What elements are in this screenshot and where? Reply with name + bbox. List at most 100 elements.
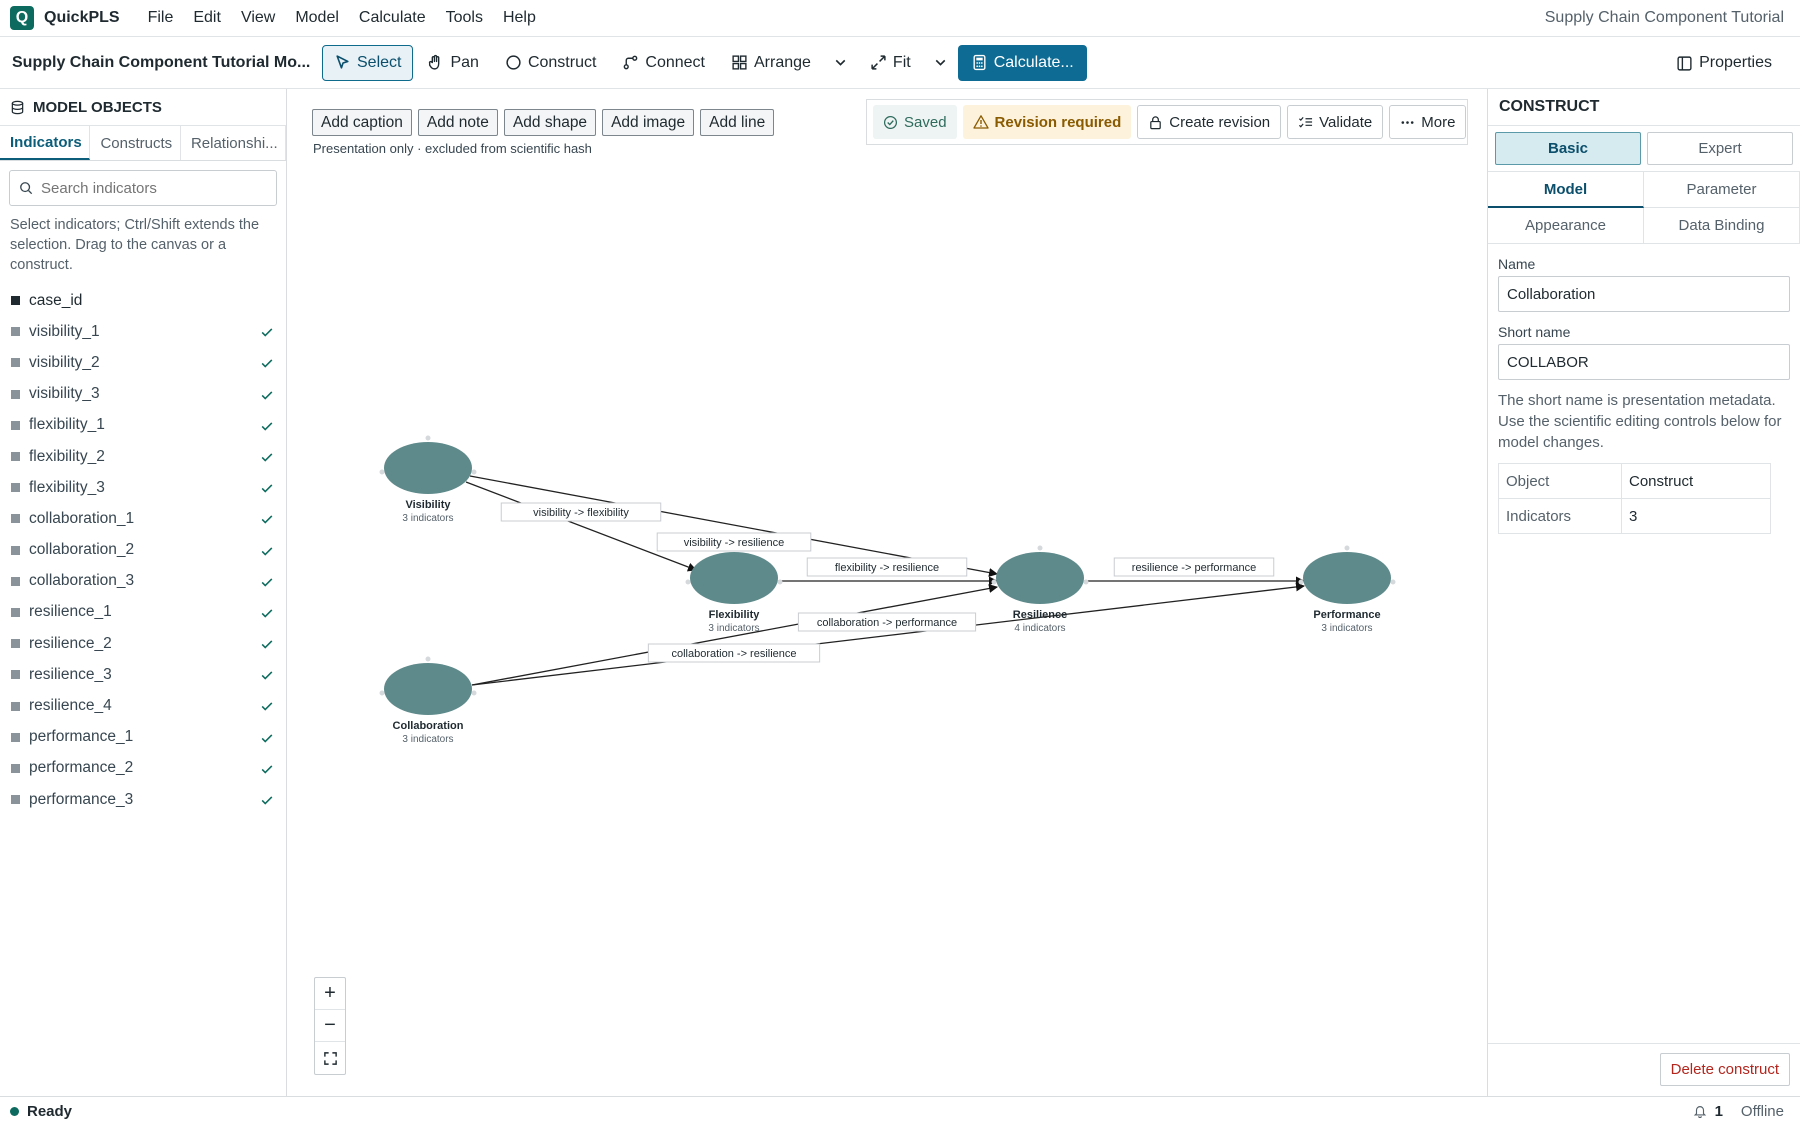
indicator-item[interactable]: visibility_2 xyxy=(0,347,286,378)
connection-handle[interactable] xyxy=(1037,545,1043,551)
notification-count: 1 xyxy=(1714,1102,1723,1120)
construct-ellipse[interactable] xyxy=(1303,552,1391,604)
indicator-item[interactable]: performance_2 xyxy=(0,753,286,784)
path-label[interactable]: collaboration -> resilience xyxy=(647,643,821,663)
construct-ellipse[interactable] xyxy=(996,552,1084,604)
connection-handle[interactable] xyxy=(379,469,385,475)
construct-node-resilience[interactable]: Resilience 4 indicators xyxy=(991,545,1089,635)
add-image-button[interactable]: Add image xyxy=(602,109,695,136)
model-canvas[interactable]: Visibility 3 indicators Flexibility 3 indic… xyxy=(290,89,1485,1096)
properties-button[interactable]: Properties xyxy=(1664,45,1784,81)
menu-view[interactable]: View xyxy=(231,9,285,27)
arrange-button[interactable]: Arrange xyxy=(719,45,823,81)
indicator-item[interactable]: performance_3 xyxy=(0,784,286,815)
add-caption-button[interactable]: Add caption xyxy=(312,109,412,136)
indicator-item[interactable]: collaboration_3 xyxy=(0,566,286,597)
connect-tool-button[interactable]: Connect xyxy=(610,45,717,81)
connection-handle[interactable] xyxy=(379,690,385,696)
indicator-item[interactable]: performance_1 xyxy=(0,722,286,753)
zoom-out-button[interactable]: − xyxy=(315,1010,345,1042)
construct-node-performance[interactable]: Performance 3 indicators xyxy=(1298,545,1396,635)
zoom-in-button[interactable]: + xyxy=(315,978,345,1010)
indicator-item[interactable]: flexibility_1 xyxy=(0,410,286,441)
construct-indicator-count: 3 indicators xyxy=(708,623,759,634)
path-label[interactable]: flexibility -> resilience xyxy=(806,557,968,577)
add-note-button[interactable]: Add note xyxy=(417,109,498,136)
construct-ellipse[interactable] xyxy=(690,552,778,604)
menu-tools[interactable]: Tools xyxy=(436,9,493,27)
basic-mode-button[interactable]: Basic xyxy=(1495,132,1641,165)
fit-dropdown[interactable] xyxy=(925,45,956,81)
connection-handle[interactable] xyxy=(471,469,477,475)
tab-parameter[interactable]: Parameter xyxy=(1644,172,1800,208)
menu-help[interactable]: Help xyxy=(493,9,546,27)
connection-handle[interactable] xyxy=(1344,545,1350,551)
path-label[interactable]: resilience -> performance xyxy=(1113,557,1275,577)
construct-ellipse[interactable] xyxy=(384,442,472,494)
connection-handle[interactable] xyxy=(425,435,431,441)
path-label[interactable]: visibility -> resilience xyxy=(656,532,812,552)
menu-model[interactable]: Model xyxy=(285,9,349,27)
delete-construct-button[interactable]: Delete construct xyxy=(1659,1053,1790,1086)
indicator-item[interactable]: resilience_2 xyxy=(0,628,286,659)
create-revision-button[interactable]: Create revision xyxy=(1137,105,1282,139)
grid-icon xyxy=(732,55,747,70)
connection-handle[interactable] xyxy=(1390,579,1396,585)
construct-node-collaboration[interactable]: Collaboration 3 indicators xyxy=(379,656,477,746)
menu-file[interactable]: File xyxy=(138,9,184,27)
connection-handle[interactable] xyxy=(991,579,997,585)
tab-model[interactable]: Model xyxy=(1488,172,1644,208)
tab-relationships[interactable]: Relationshi... xyxy=(181,126,286,160)
path-arrow[interactable] xyxy=(471,582,1305,686)
tab-constructs[interactable]: Constructs xyxy=(90,126,181,160)
indicator-hint: Select indicators; Ctrl/Shift extends th… xyxy=(10,217,260,273)
indicator-item[interactable]: resilience_3 xyxy=(0,659,286,690)
expert-mode-button[interactable]: Expert xyxy=(1647,132,1793,165)
connection-handle[interactable] xyxy=(425,656,431,662)
connection-handle[interactable] xyxy=(471,690,477,696)
tab-appearance[interactable]: Appearance xyxy=(1488,208,1644,244)
minus-icon: − xyxy=(324,1014,336,1036)
menu-edit[interactable]: Edit xyxy=(183,9,231,27)
name-input[interactable] xyxy=(1498,276,1790,312)
pan-tool-button[interactable]: Pan xyxy=(415,45,490,81)
path-label[interactable]: visibility -> flexibility xyxy=(500,502,662,522)
construct-node-visibility[interactable]: Visibility 3 indicators xyxy=(379,435,477,525)
more-button[interactable]: More xyxy=(1389,105,1467,139)
menu-calculate[interactable]: Calculate xyxy=(349,9,436,27)
add-line-button[interactable]: Add line xyxy=(700,109,775,136)
arrange-dropdown[interactable] xyxy=(825,45,856,81)
indicator-item[interactable]: flexibility_3 xyxy=(0,472,286,503)
validate-button[interactable]: Validate xyxy=(1287,105,1384,139)
connection-handle[interactable] xyxy=(1298,579,1304,585)
select-tool-button[interactable]: Select xyxy=(322,44,414,81)
tab-indicators[interactable]: Indicators xyxy=(0,126,91,160)
path-diagram[interactable]: Visibility 3 indicators Flexibility 3 indic… xyxy=(290,89,1485,1096)
construct-ellipse[interactable] xyxy=(384,663,472,715)
connection-handle[interactable] xyxy=(1083,579,1089,585)
indicator-item[interactable]: case_id xyxy=(0,285,286,316)
indicator-item[interactable]: resilience_1 xyxy=(0,597,286,628)
check-icon xyxy=(261,515,273,524)
indicator-item[interactable]: resilience_4 xyxy=(0,690,286,721)
tab-data-binding[interactable]: Data Binding xyxy=(1644,208,1800,244)
short-name-input[interactable] xyxy=(1498,344,1790,380)
bell-icon[interactable] xyxy=(1693,1104,1707,1118)
indicator-item[interactable]: flexibility_2 xyxy=(0,441,286,472)
construct-node-flexibility[interactable]: Flexibility 3 indicators xyxy=(685,545,783,635)
indicator-name: performance_1 xyxy=(29,728,134,746)
fit-button[interactable]: Fit xyxy=(858,45,923,81)
add-shape-button[interactable]: Add shape xyxy=(503,109,597,136)
fit-view-button[interactable] xyxy=(315,1042,345,1074)
construct-tool-button[interactable]: Construct xyxy=(493,45,608,81)
indicator-item[interactable]: visibility_3 xyxy=(0,379,286,410)
path-arrow[interactable] xyxy=(465,481,697,572)
search-input[interactable] xyxy=(41,179,276,197)
indicator-item[interactable]: collaboration_1 xyxy=(0,503,286,534)
connection-handle[interactable] xyxy=(777,579,783,585)
indicator-item[interactable]: collaboration_2 xyxy=(0,535,286,566)
indicator-item[interactable]: visibility_1 xyxy=(0,316,286,347)
connection-handle[interactable] xyxy=(685,579,691,585)
calculate-button[interactable]: Calculate... xyxy=(957,44,1087,81)
path-label[interactable]: collaboration -> performance xyxy=(797,612,977,632)
